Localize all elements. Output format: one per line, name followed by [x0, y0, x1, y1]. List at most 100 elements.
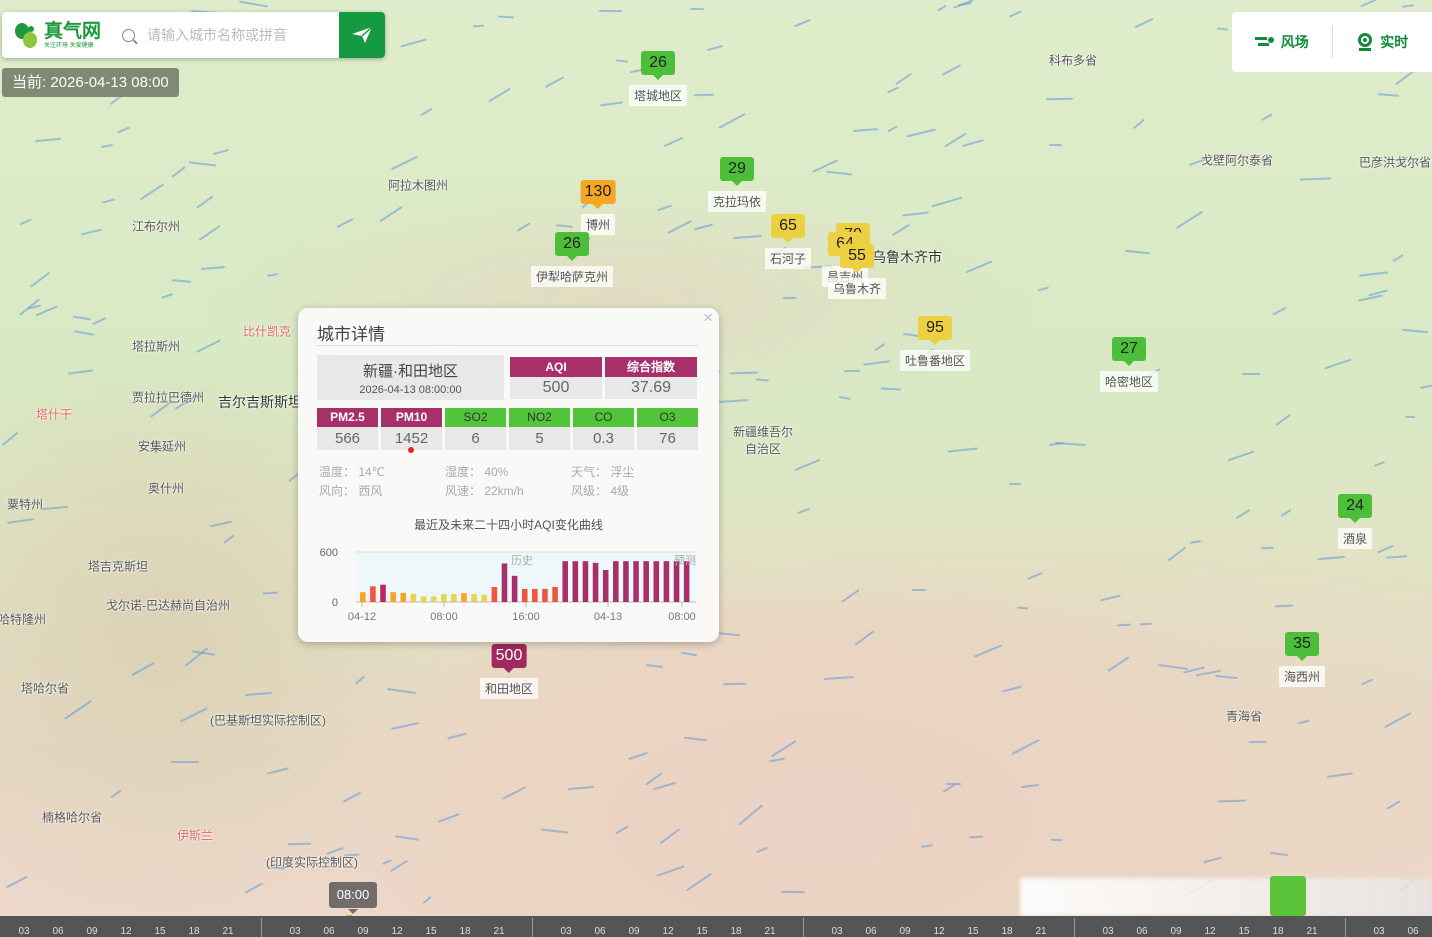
- aqi-bar[interactable]: [491, 587, 498, 602]
- aqi-marker[interactable]: 26: [641, 51, 675, 80]
- timeline-hour-tick[interactable]: 15: [1238, 926, 1249, 937]
- timeline-hour-tick[interactable]: 03: [289, 926, 300, 937]
- aqi-bar[interactable]: [430, 596, 437, 602]
- timeline-hour-tick[interactable]: 03: [18, 926, 29, 937]
- realtime-button[interactable]: 实时: [1333, 32, 1432, 52]
- timeline-hour-tick[interactable]: 18: [459, 926, 470, 937]
- aqi-bar[interactable]: [410, 593, 417, 602]
- aqi-label: AQI: [510, 357, 602, 377]
- timeline-hour-tick[interactable]: 03: [1102, 926, 1113, 937]
- aqi-bar[interactable]: [501, 563, 508, 602]
- timeline-hour-tick[interactable]: 12: [1204, 926, 1215, 937]
- aqi-marker-label[interactable]: 乌鲁木齐: [827, 278, 887, 299]
- aqi-bar[interactable]: [582, 561, 589, 602]
- timeline-hour-tick[interactable]: 09: [1170, 926, 1181, 937]
- legend-button[interactable]: [1270, 876, 1306, 916]
- aqi-bar[interactable]: [623, 561, 629, 602]
- timeline-hour-tick[interactable]: 18: [1272, 926, 1283, 937]
- timeline-hour-tick[interactable]: 15: [154, 926, 165, 937]
- aqi-marker-label[interactable]: 哈密地区: [1099, 371, 1159, 392]
- aqi-marker-label[interactable]: 克拉玛依: [707, 191, 767, 212]
- timeline-hour-tick[interactable]: 03: [831, 926, 842, 937]
- aqi-marker-label[interactable]: 伊犁哈萨克州: [530, 266, 614, 287]
- aqi-bar[interactable]: [562, 561, 568, 602]
- aqi-bar[interactable]: [663, 561, 670, 602]
- aqi-bar[interactable]: [572, 561, 579, 602]
- temperature: 温度： 14℃: [319, 465, 386, 479]
- wind-field-button[interactable]: 风场: [1232, 32, 1332, 52]
- aqi-marker-label[interactable]: 和田地区: [479, 678, 539, 699]
- timeline-hour-tick[interactable]: 06: [1407, 926, 1418, 937]
- timeline-hour-tick[interactable]: 09: [86, 926, 97, 937]
- aqi-bar[interactable]: [673, 561, 680, 602]
- aqi-marker[interactable]: 55: [840, 244, 874, 273]
- timeline-hour-tick[interactable]: 21: [1035, 926, 1046, 937]
- aqi-bar[interactable]: [370, 586, 376, 602]
- aqi-marker[interactable]: 24: [1338, 494, 1372, 523]
- timeline-hour-tick[interactable]: 15: [425, 926, 436, 937]
- aqi-bar[interactable]: [471, 594, 477, 602]
- timeline-hour-tick[interactable]: 15: [696, 926, 707, 937]
- timeline-hour-tick[interactable]: 21: [222, 926, 233, 937]
- timeline-hour-tick[interactable]: 09: [628, 926, 639, 937]
- aqi-bar[interactable]: [683, 561, 690, 602]
- timeline-hour-tick[interactable]: 15: [967, 926, 978, 937]
- timeline-hour-tick[interactable]: 06: [323, 926, 334, 937]
- aqi-bar[interactable]: [521, 588, 528, 602]
- timeline-hour-tick[interactable]: 21: [764, 926, 775, 937]
- aqi-bar[interactable]: [420, 596, 427, 602]
- aqi-bar[interactable]: [542, 588, 548, 602]
- timeline-hour-tick[interactable]: 12: [933, 926, 944, 937]
- timeline-hour-tick[interactable]: 12: [120, 926, 131, 937]
- timeline-hour-tick[interactable]: 21: [493, 926, 504, 937]
- aqi-bar[interactable]: [592, 562, 599, 602]
- timeline-hour-tick[interactable]: 06: [594, 926, 605, 937]
- aqi-bar[interactable]: [451, 594, 457, 602]
- timeline-hour-tick[interactable]: 18: [188, 926, 199, 937]
- wind-speed: 风速： 22km/h: [445, 484, 524, 498]
- aqi-bar[interactable]: [511, 575, 518, 602]
- aqi-bar[interactable]: [400, 592, 407, 602]
- aqi-bar[interactable]: [602, 570, 609, 602]
- aqi-bar[interactable]: [613, 561, 619, 602]
- aqi-marker[interactable]: 27: [1112, 337, 1146, 366]
- aqi-marker[interactable]: 130: [580, 180, 616, 209]
- aqi-bar[interactable]: [380, 584, 386, 602]
- timeline-hour-tick[interactable]: 12: [391, 926, 402, 937]
- timeline-hour-tick[interactable]: 21: [1306, 926, 1317, 937]
- timeline-hour-tick[interactable]: 18: [1001, 926, 1012, 937]
- timeline-hour-tick[interactable]: 03: [1373, 926, 1384, 937]
- timeline-hour-tick[interactable]: 12: [662, 926, 673, 937]
- aqi-bar[interactable]: [360, 592, 366, 602]
- aqi-marker-label[interactable]: 石河子: [764, 248, 812, 269]
- aqi-marker[interactable]: 26: [555, 232, 589, 261]
- aqi-marker[interactable]: 35: [1285, 632, 1319, 661]
- timeline-hour-tick[interactable]: 18: [730, 926, 741, 937]
- close-icon[interactable]: ×: [703, 308, 713, 328]
- timeline-hour-tick[interactable]: 06: [865, 926, 876, 937]
- aqi-marker[interactable]: 29: [720, 157, 754, 186]
- aqi-bar[interactable]: [390, 592, 396, 602]
- aqi-marker[interactable]: 95: [918, 316, 952, 345]
- aqi-bar[interactable]: [552, 587, 558, 602]
- aqi-bar[interactable]: [461, 593, 467, 602]
- aqi-bar[interactable]: [481, 594, 488, 602]
- aqi-bar[interactable]: [643, 561, 649, 602]
- timeline-hour-tick[interactable]: 06: [52, 926, 63, 937]
- aqi-marker[interactable]: 65: [771, 214, 805, 243]
- aqi-marker-label[interactable]: 酒泉: [1337, 528, 1373, 549]
- timeline-hour-tick[interactable]: 09: [357, 926, 368, 937]
- aqi-bar[interactable]: [440, 594, 447, 602]
- search-submit-button[interactable]: [339, 12, 385, 58]
- aqi-marker[interactable]: 500: [491, 644, 527, 673]
- aqi-bar[interactable]: [532, 588, 538, 602]
- timeline-hour-tick[interactable]: 03: [560, 926, 571, 937]
- aqi-bar[interactable]: [653, 561, 660, 602]
- search-input[interactable]: [147, 27, 332, 43]
- aqi-marker-label[interactable]: 吐鲁番地区: [899, 350, 971, 371]
- aqi-bar[interactable]: [633, 561, 639, 602]
- aqi-marker-label[interactable]: 塔城地区: [628, 85, 688, 106]
- timeline-hour-tick[interactable]: 09: [899, 926, 910, 937]
- timeline-hour-tick[interactable]: 06: [1136, 926, 1147, 937]
- aqi-marker-label[interactable]: 海西州: [1278, 666, 1326, 687]
